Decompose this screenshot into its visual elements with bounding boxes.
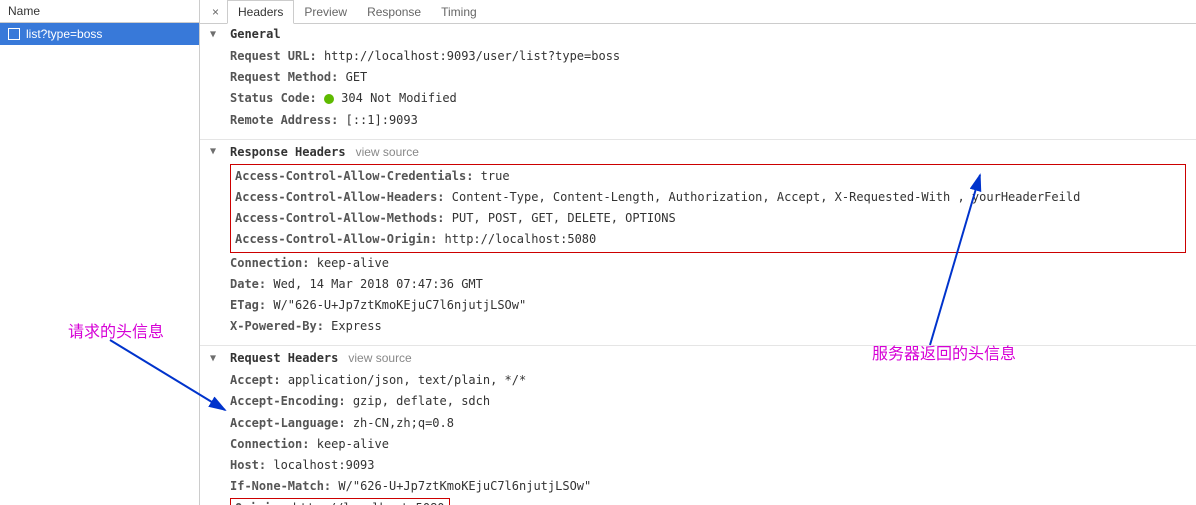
host-label: Host: — [230, 458, 266, 472]
origin-label: Origin: — [235, 501, 286, 505]
acam-label: Access-Control-Allow-Methods: — [235, 211, 445, 225]
section-label: Response Headers — [230, 145, 346, 159]
xpb-value: Express — [331, 319, 382, 333]
general-section[interactable]: ▼ General — [200, 24, 1196, 44]
request-url-value: http://localhost:9093/user/list?type=bos… — [324, 49, 620, 63]
acah-value: Content-Type, Content-Length, Authorizat… — [452, 190, 1081, 204]
acac-value: true — [481, 169, 510, 183]
response-headers-section[interactable]: ▼ Response Headers view source — [200, 142, 1196, 162]
highlight-box-origin: Origin: http://localhost:5080 — [230, 498, 450, 505]
acao-value: http://localhost:5080 — [445, 232, 597, 246]
acah-label: Access-Control-Allow-Headers: — [235, 190, 445, 204]
status-code-label: Status Code: — [230, 91, 317, 105]
acam-value: PUT, POST, GET, DELETE, OPTIONS — [452, 211, 676, 225]
req-conn-value: keep-alive — [317, 437, 389, 451]
conn-label: Connection: — [230, 256, 309, 270]
file-icon — [8, 28, 20, 40]
tab-timing[interactable]: Timing — [431, 1, 487, 23]
details-panel: × Headers Preview Response Timing ▼ Gene… — [200, 0, 1196, 505]
remote-address-label: Remote Address: — [230, 113, 338, 127]
inm-label: If-None-Match: — [230, 479, 331, 493]
accept-value: application/json, text/plain, */* — [288, 373, 526, 387]
request-name: list?type=boss — [26, 27, 102, 41]
sidebar-header: Name — [0, 0, 199, 23]
close-icon[interactable]: × — [204, 1, 227, 23]
request-method-value: GET — [346, 70, 368, 84]
section-label: Request Headers — [230, 351, 338, 365]
ae-value: gzip, deflate, sdch — [353, 394, 490, 408]
caret-down-icon: ▼ — [210, 353, 220, 364]
request-list-item[interactable]: list?type=boss — [0, 23, 199, 45]
ae-label: Accept-Encoding: — [230, 394, 346, 408]
section-label: General — [230, 27, 281, 41]
highlight-box-response: Access-Control-Allow-Credentials: true A… — [230, 164, 1186, 253]
tab-bar: × Headers Preview Response Timing — [200, 0, 1196, 24]
date-value: Wed, 14 Mar 2018 07:47:36 GMT — [273, 277, 483, 291]
status-dot-icon — [324, 94, 334, 104]
host-value: localhost:9093 — [273, 458, 374, 472]
view-source-link[interactable]: view source — [356, 145, 419, 159]
caret-down-icon: ▼ — [210, 29, 220, 40]
requests-sidebar: Name list?type=boss — [0, 0, 200, 505]
al-label: Accept-Language: — [230, 416, 346, 430]
request-url-label: Request URL: — [230, 49, 317, 63]
al-value: zh-CN,zh;q=0.8 — [353, 416, 454, 430]
headers-content: ▼ General Request URL: http://localhost:… — [200, 24, 1196, 505]
date-label: Date: — [230, 277, 266, 291]
view-source-link[interactable]: view source — [348, 351, 411, 365]
caret-down-icon: ▼ — [210, 146, 220, 157]
inm-value: W/"626-U+Jp7ztKmoKEjuC7l6njutjLSOw" — [338, 479, 591, 493]
annotation-response-headers: 服务器返回的头信息 — [872, 340, 1016, 364]
status-code-value: 304 Not Modified — [341, 91, 457, 105]
xpb-label: X-Powered-By: — [230, 319, 324, 333]
remote-address-value: [::1]:9093 — [346, 113, 418, 127]
request-method-label: Request Method: — [230, 70, 338, 84]
req-conn-label: Connection: — [230, 437, 309, 451]
etag-value: W/"626-U+Jp7ztKmoKEjuC7l6njutjLSOw" — [273, 298, 526, 312]
etag-label: ETag: — [230, 298, 266, 312]
conn-value: keep-alive — [317, 256, 389, 270]
annotation-request-headers: 请求的头信息 — [68, 318, 164, 342]
tab-preview[interactable]: Preview — [294, 1, 357, 23]
tab-headers[interactable]: Headers — [227, 0, 294, 24]
origin-value: http://localhost:5080 — [293, 501, 445, 505]
request-headers-section[interactable]: ▼ Request Headers view source — [200, 348, 1196, 368]
accept-label: Accept: — [230, 373, 281, 387]
acao-label: Access-Control-Allow-Origin: — [235, 232, 437, 246]
tab-response[interactable]: Response — [357, 1, 431, 23]
acac-label: Access-Control-Allow-Credentials: — [235, 169, 473, 183]
